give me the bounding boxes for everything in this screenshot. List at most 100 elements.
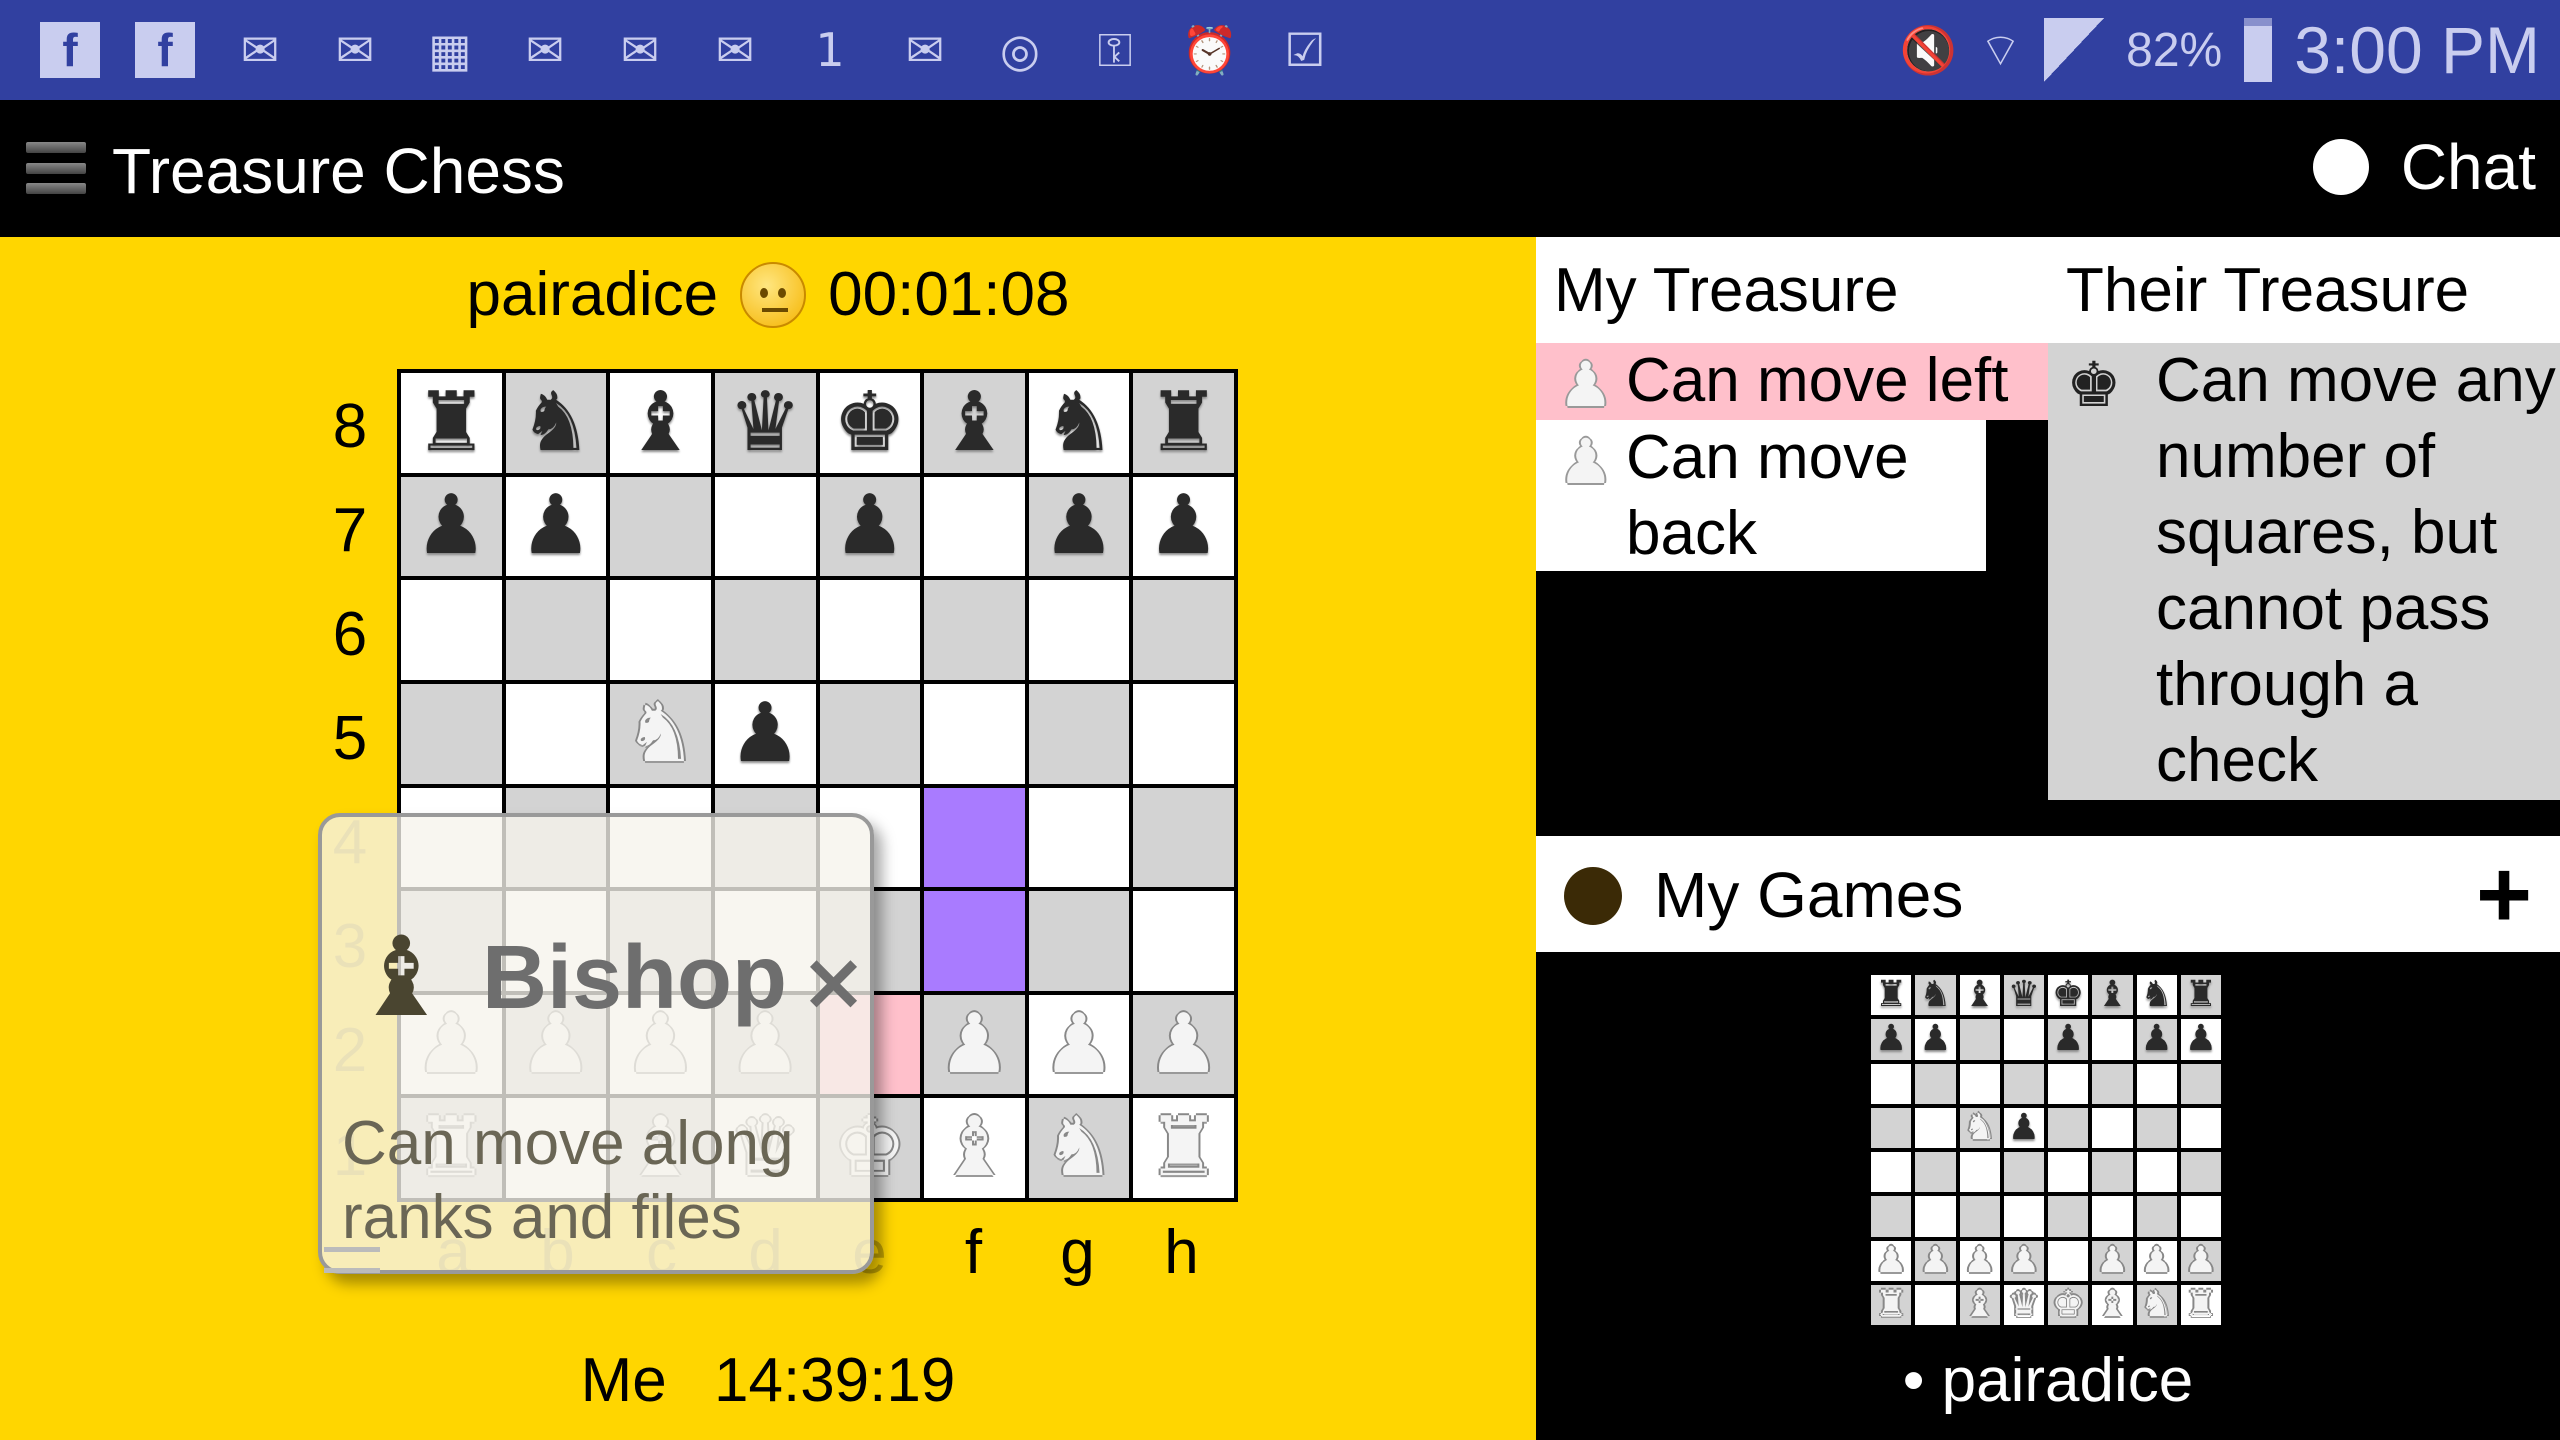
square-e1[interactable]: ♚	[2048, 1284, 2089, 1325]
white-pawn-icon[interactable]: ♟	[1875, 1242, 1907, 1279]
square-c7[interactable]	[610, 476, 711, 577]
square-g8[interactable]: ♞	[1028, 373, 1130, 473]
square-f2[interactable]: ♟	[924, 994, 1025, 1095]
square-g2[interactable]: ♟	[2136, 1240, 2177, 1281]
square-a5[interactable]	[1871, 1107, 1912, 1148]
square-b4[interactable]	[1915, 1152, 1956, 1193]
square-d8[interactable]: ♛	[714, 373, 816, 473]
black-knight-icon[interactable]: ♞	[2140, 977, 2172, 1013]
square-f1[interactable]: ♝	[2092, 1284, 2133, 1325]
white-rook-icon[interactable]: ♜	[1147, 1107, 1221, 1189]
square-g5[interactable]	[2136, 1107, 2177, 1148]
square-e6[interactable]	[2048, 1063, 2089, 1104]
black-bishop-icon[interactable]: ♝	[938, 381, 1012, 464]
black-knight-icon[interactable]: ♞	[1042, 381, 1116, 464]
square-c1[interactable]: ♝	[1959, 1284, 2000, 1325]
square-f7[interactable]	[924, 476, 1025, 577]
square-h3[interactable]	[2180, 1196, 2221, 1237]
square-b6[interactable]	[505, 580, 607, 680]
square-h6[interactable]	[1133, 580, 1234, 680]
square-h2[interactable]: ♟	[2180, 1240, 2221, 1281]
square-f3[interactable]	[924, 891, 1025, 991]
white-rook-icon[interactable]: ♜	[1875, 1286, 1907, 1323]
square-e8[interactable]: ♚	[2048, 975, 2089, 1016]
black-rook-icon[interactable]: ♜	[1147, 381, 1221, 464]
black-pawn-icon[interactable]: ♟	[2008, 1109, 2040, 1146]
square-f5[interactable]	[2092, 1107, 2133, 1148]
square-h4[interactable]	[2180, 1152, 2221, 1193]
square-g1[interactable]: ♞	[1028, 1098, 1130, 1198]
square-e8[interactable]: ♚	[819, 373, 921, 473]
square-f7[interactable]	[2092, 1019, 2133, 1060]
treasure-item[interactable]: ♚ Can move any number of squares, but ca…	[2048, 343, 2560, 799]
square-a5[interactable]	[401, 683, 502, 784]
black-pawn-icon[interactable]: ♟	[2052, 1021, 2084, 1057]
square-g4[interactable]	[2136, 1152, 2177, 1193]
square-b6[interactable]	[1915, 1063, 1956, 1104]
square-e6[interactable]	[819, 580, 921, 680]
white-bishop-icon[interactable]: ♝	[938, 1107, 1012, 1189]
square-d1[interactable]: ♛	[2003, 1284, 2044, 1325]
black-bishop-icon[interactable]: ♝	[624, 381, 698, 464]
square-g3[interactable]	[1028, 891, 1130, 991]
game-thumbnail[interactable]: ♜ ♞ ♝ ♛ ♚ ♝ ♞ ♜ ♟ ♟ ♟ ♟ ♟ ♞ ♟ ♟ ♟ ♟ ♟ ♟ ♟ ♟ ♜ ♝ ♛ ♚ ♝ ♞ ♜	[1871, 975, 2221, 1325]
square-e5[interactable]	[819, 683, 921, 784]
square-h8[interactable]: ♜	[1133, 373, 1234, 473]
square-d5[interactable]: ♟	[2003, 1107, 2044, 1148]
square-c4[interactable]	[1959, 1152, 2000, 1193]
square-c6[interactable]	[1959, 1063, 2000, 1104]
black-bishop-icon[interactable]: ♝	[2096, 977, 2128, 1013]
square-h1[interactable]: ♜	[1133, 1098, 1234, 1198]
square-d3[interactable]	[2003, 1196, 2044, 1237]
square-c8[interactable]: ♝	[1959, 975, 2000, 1016]
white-king-icon[interactable]: ♚	[2052, 1286, 2084, 1323]
white-pawn-icon[interactable]: ♟	[2185, 1242, 2217, 1279]
square-f8[interactable]: ♝	[2092, 975, 2133, 1016]
square-f4[interactable]	[924, 787, 1025, 888]
close-button[interactable]: ×	[800, 935, 867, 1028]
square-e3[interactable]	[2048, 1196, 2089, 1237]
square-f1[interactable]: ♝	[924, 1098, 1025, 1198]
white-queen-icon[interactable]: ♛	[2008, 1286, 2040, 1323]
square-f6[interactable]	[924, 580, 1025, 680]
square-g4[interactable]	[1028, 787, 1130, 888]
square-c5[interactable]: ♞	[610, 683, 711, 784]
square-f6[interactable]	[2092, 1063, 2133, 1104]
square-h2[interactable]: ♟	[1133, 994, 1234, 1095]
chat-button[interactable]: Chat	[2312, 130, 2536, 204]
square-h8[interactable]: ♜	[2180, 975, 2221, 1016]
square-d7[interactable]	[2003, 1019, 2044, 1060]
square-c7[interactable]	[1959, 1019, 2000, 1060]
square-a2[interactable]: ♟	[1871, 1240, 1912, 1281]
white-pawn-icon[interactable]: ♟	[938, 1003, 1012, 1086]
square-h5[interactable]	[1133, 683, 1234, 784]
square-b5[interactable]	[505, 683, 607, 784]
black-rook-icon[interactable]: ♜	[1875, 977, 1907, 1013]
square-b2[interactable]: ♟	[1915, 1240, 1956, 1281]
white-knight-icon[interactable]: ♞	[624, 692, 698, 775]
square-b5[interactable]	[1915, 1107, 1956, 1148]
white-knight-icon[interactable]: ♞	[1042, 1107, 1116, 1189]
square-e4[interactable]	[2048, 1152, 2089, 1193]
square-c2[interactable]: ♟	[1959, 1240, 2000, 1281]
white-knight-icon[interactable]: ♞	[1963, 1109, 1995, 1146]
square-g7[interactable]: ♟	[2136, 1019, 2177, 1060]
square-f8[interactable]: ♝	[924, 373, 1025, 473]
white-pawn-icon[interactable]: ♟	[1147, 1003, 1221, 1086]
square-g3[interactable]	[2136, 1196, 2177, 1237]
square-h3[interactable]	[1133, 891, 1234, 991]
square-c5[interactable]: ♞	[1959, 1107, 2000, 1148]
square-g6[interactable]	[2136, 1063, 2177, 1104]
square-f3[interactable]	[2092, 1196, 2133, 1237]
square-d7[interactable]	[714, 476, 816, 577]
black-pawn-icon[interactable]: ♟	[728, 692, 802, 775]
square-g2[interactable]: ♟	[1028, 994, 1130, 1095]
square-f4[interactable]	[2092, 1152, 2133, 1193]
square-e2[interactable]	[2048, 1240, 2089, 1281]
white-pawn-icon[interactable]: ♟	[2096, 1242, 2128, 1279]
black-pawn-icon[interactable]: ♟	[2185, 1021, 2217, 1057]
square-c8[interactable]: ♝	[610, 373, 711, 473]
square-g6[interactable]	[1028, 580, 1130, 680]
square-b7[interactable]: ♟	[1915, 1019, 1956, 1060]
black-pawn-icon[interactable]: ♟	[1875, 1021, 1907, 1057]
